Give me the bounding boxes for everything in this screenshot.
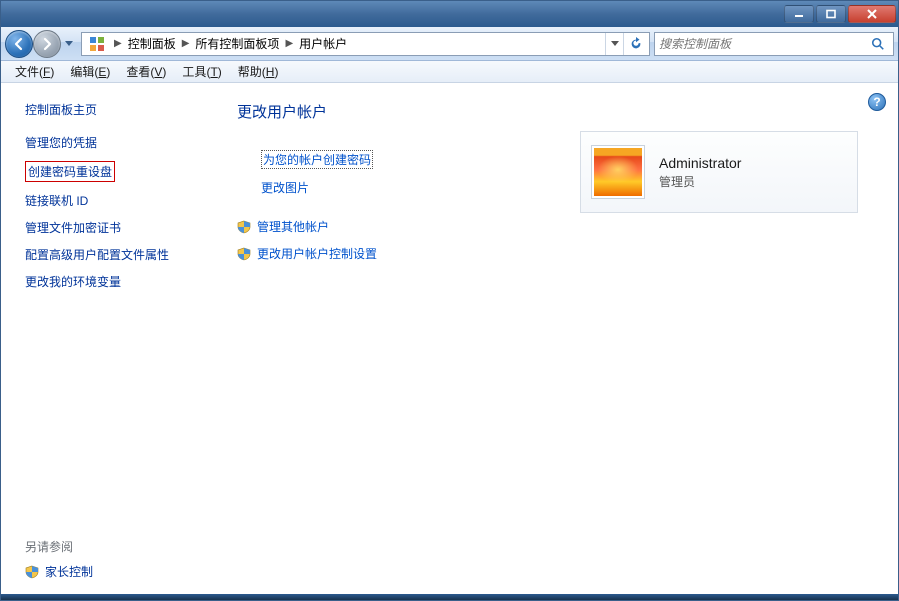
minimize-button[interactable] bbox=[784, 5, 814, 23]
shield-icon bbox=[25, 565, 39, 579]
right-pane: ? 更改用户帐户 为您的帐户创建密码 更改图片 管理其他帐户 更改用户帐户控制设… bbox=[211, 83, 898, 594]
history-dropdown[interactable] bbox=[61, 32, 77, 56]
breadcrumb-sep-icon[interactable]: ▶ bbox=[178, 38, 194, 49]
refresh-button[interactable] bbox=[623, 33, 647, 55]
maximize-button[interactable] bbox=[816, 5, 846, 23]
sidebar-link-online-id[interactable]: 链接联机 ID bbox=[25, 192, 197, 209]
page-title: 更改用户帐户 bbox=[237, 101, 872, 122]
menu-tools[interactable]: 工具(T) bbox=[174, 61, 229, 82]
shield-icon bbox=[237, 220, 251, 234]
action-link-uac-settings[interactable]: 更改用户帐户控制设置 bbox=[257, 245, 377, 262]
control-panel-icon bbox=[88, 35, 106, 53]
sidebar-link-password-reset-disk[interactable]: 创建密码重设盘 bbox=[25, 161, 115, 182]
sidebar-link-credentials[interactable]: 管理您的凭据 bbox=[25, 134, 197, 151]
control-panel-home-link[interactable]: 控制面板主页 bbox=[25, 101, 197, 118]
shield-action-uac-settings: 更改用户帐户控制设置 bbox=[237, 245, 872, 262]
help-button[interactable]: ? bbox=[868, 93, 886, 111]
see-also-label: 家长控制 bbox=[45, 563, 93, 580]
navigation-bar: ▶ 控制面板 ▶ 所有控制面板项 ▶ 用户帐户 bbox=[1, 27, 898, 61]
body-area: 控制面板主页 管理您的凭据 创建密码重设盘 链接联机 ID 管理文件加密证书 配… bbox=[1, 83, 898, 594]
breadcrumb-sep-icon[interactable]: ▶ bbox=[281, 38, 297, 49]
breadcrumb-sep-icon[interactable]: ▶ bbox=[110, 38, 126, 49]
sidebar-task-list: 管理您的凭据 创建密码重设盘 链接联机 ID 管理文件加密证书 配置高级用户配置… bbox=[25, 134, 197, 290]
see-also-title: 另请参阅 bbox=[25, 538, 197, 555]
control-panel-window: ▶ 控制面板 ▶ 所有控制面板项 ▶ 用户帐户 文件(F) 编辑(E) 查看(V… bbox=[0, 0, 899, 601]
action-create-password[interactable]: 为您的帐户创建密码 bbox=[261, 150, 373, 169]
address-dropdown[interactable] bbox=[605, 33, 623, 55]
sidebar-link-env-vars[interactable]: 更改我的环境变量 bbox=[25, 273, 197, 290]
menu-help[interactable]: 帮助(H) bbox=[230, 61, 287, 82]
back-button[interactable] bbox=[5, 30, 33, 58]
avatar bbox=[591, 145, 645, 199]
account-role: 管理员 bbox=[659, 173, 741, 190]
action-link-manage-accounts[interactable]: 管理其他帐户 bbox=[257, 218, 329, 235]
forward-button[interactable] bbox=[33, 30, 61, 58]
search-input[interactable] bbox=[659, 37, 867, 51]
window-controls bbox=[784, 5, 896, 23]
sidebar-link-encryption-cert[interactable]: 管理文件加密证书 bbox=[25, 219, 197, 236]
breadcrumb-seg-2[interactable]: 用户帐户 bbox=[297, 35, 349, 52]
menu-file[interactable]: 文件(F) bbox=[7, 61, 62, 82]
breadcrumb-seg-0[interactable]: 控制面板 bbox=[126, 35, 178, 52]
menu-view[interactable]: 查看(V) bbox=[118, 61, 174, 82]
search-icon[interactable] bbox=[867, 33, 889, 55]
see-also-section: 另请参阅 家长控制 bbox=[25, 538, 197, 580]
see-also-parental-controls[interactable]: 家长控制 bbox=[25, 563, 197, 580]
action-change-picture[interactable]: 更改图片 bbox=[261, 179, 309, 196]
shield-action-manage-accounts: 管理其他帐户 bbox=[237, 218, 872, 235]
left-pane: 控制面板主页 管理您的凭据 创建密码重设盘 链接联机 ID 管理文件加密证书 配… bbox=[1, 83, 211, 594]
titlebar bbox=[1, 1, 898, 27]
account-info: Administrator 管理员 bbox=[659, 155, 741, 190]
menu-bar: 文件(F) 编辑(E) 查看(V) 工具(T) 帮助(H) bbox=[1, 61, 898, 83]
search-bar[interactable] bbox=[654, 32, 894, 56]
breadcrumb-seg-1[interactable]: 所有控制面板项 bbox=[193, 35, 281, 52]
shield-icon bbox=[237, 247, 251, 261]
close-button[interactable] bbox=[848, 5, 896, 23]
sidebar-link-advanced-profile[interactable]: 配置高级用户配置文件属性 bbox=[25, 246, 197, 263]
nav-history-group bbox=[5, 30, 77, 58]
account-card: Administrator 管理员 bbox=[580, 131, 858, 213]
menu-edit[interactable]: 编辑(E) bbox=[62, 61, 118, 82]
address-bar[interactable]: ▶ 控制面板 ▶ 所有控制面板项 ▶ 用户帐户 bbox=[81, 32, 650, 56]
account-name: Administrator bbox=[659, 155, 741, 171]
